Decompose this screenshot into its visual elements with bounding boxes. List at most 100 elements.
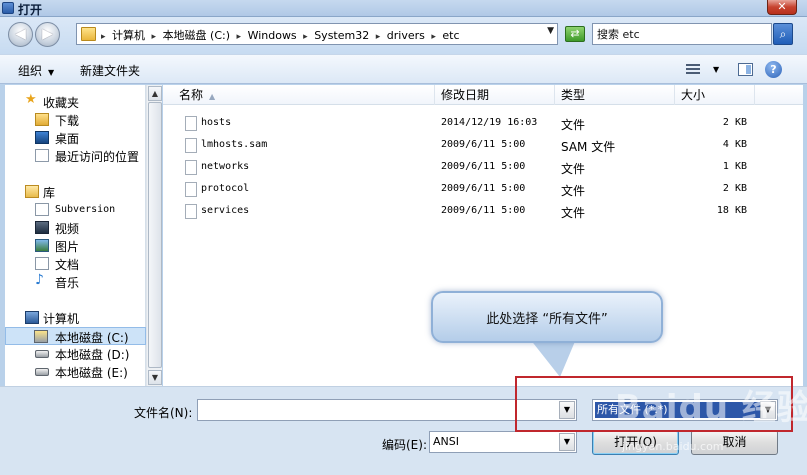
close-button[interactable]: ✕: [767, 0, 797, 15]
folder-icon: [81, 27, 96, 41]
file-type: SAM 文件: [561, 140, 616, 154]
crumb-computer[interactable]: 计算机: [112, 29, 145, 42]
callout-tail: [530, 339, 576, 377]
organize-menu[interactable]: 组织 ▼: [18, 62, 54, 79]
file-icon: [185, 160, 197, 175]
chevron-right-icon[interactable]: ▸: [376, 32, 381, 42]
file-size: 2 KB: [722, 183, 747, 194]
preview-pane-icon[interactable]: [738, 63, 753, 76]
callout-bubble: 此处选择 “所有文件”: [431, 291, 663, 343]
refresh-icon[interactable]: ⇄: [565, 26, 585, 42]
file-row[interactable]: hosts 2014/12/19 16:03 文件 2 KB: [163, 113, 803, 135]
file-size: 2 KB: [722, 117, 747, 128]
column-name[interactable]: 名称 ▲: [173, 85, 435, 105]
nav-drive-c[interactable]: 本地磁盘 (C:): [5, 327, 146, 345]
chevron-down-icon[interactable]: ▼: [559, 433, 575, 451]
nav-favorites[interactable]: ★ 收藏夹: [5, 92, 146, 111]
file-icon: [185, 204, 197, 219]
nav-documents[interactable]: 文档: [5, 255, 146, 273]
file-row[interactable]: networks 2009/6/11 5:00 文件 1 KB: [163, 157, 803, 179]
file-icon: [185, 182, 197, 197]
chevron-down-icon[interactable]: ▼: [713, 65, 719, 74]
chevron-right-icon[interactable]: ▸: [237, 32, 242, 42]
nav-downloads[interactable]: 下载: [5, 111, 146, 129]
chevron-right-icon[interactable]: ▸: [303, 32, 308, 42]
nav-label: 视频: [55, 222, 80, 236]
file-name: hosts: [201, 117, 232, 128]
scroll-up-icon[interactable]: ▲: [148, 86, 162, 101]
file-row[interactable]: protocol 2009/6/11 5:00 文件 2 KB: [163, 179, 803, 201]
file-row[interactable]: lmhosts.sam 2009/6/11 5:00 SAM 文件 4 KB: [163, 135, 803, 157]
file-size: 18 KB: [716, 205, 747, 216]
encoding-label: 编码(E):: [382, 438, 427, 452]
recent-places-icon: [35, 149, 49, 162]
encoding-select[interactable]: ANSI ▼: [429, 431, 577, 453]
window-title: 打开: [18, 3, 43, 17]
nav-drive-e[interactable]: 本地磁盘 (E:): [5, 363, 146, 381]
drive-icon: [35, 368, 49, 376]
nav-recent[interactable]: 最近访问的位置: [5, 147, 146, 165]
nav-label: 本地磁盘 (D:): [55, 348, 130, 362]
file-date: 2014/12/19 16:03: [441, 117, 538, 128]
picture-icon: [35, 239, 49, 252]
library-icon: [25, 185, 39, 198]
file-icon: [185, 116, 197, 131]
nav-pictures[interactable]: 图片: [5, 237, 146, 255]
nav-libraries[interactable]: 库: [5, 183, 146, 201]
nav-videos[interactable]: 视频: [5, 219, 146, 237]
scroll-thumb[interactable]: [148, 102, 162, 368]
file-type: 文件: [561, 162, 586, 176]
crumb-drivers[interactable]: drivers: [387, 29, 425, 42]
crumb-drive-c[interactable]: 本地磁盘 (C:): [163, 29, 230, 42]
nav-desktop[interactable]: 桌面: [5, 129, 146, 147]
chevron-right-icon[interactable]: ▸: [101, 32, 106, 42]
document-icon: [35, 203, 49, 216]
chevron-right-icon[interactable]: ▸: [431, 32, 436, 42]
file-name: lmhosts.sam: [201, 139, 268, 150]
watermark-logo: Baidu 经验: [615, 388, 807, 428]
file-date: 2009/6/11 5:00: [441, 205, 526, 216]
nav-computer[interactable]: 计算机: [5, 309, 146, 327]
nav-drive-d[interactable]: 本地磁盘 (D:): [5, 345, 146, 363]
chevron-right-icon[interactable]: ▸: [152, 32, 157, 42]
column-type[interactable]: 类型: [555, 85, 675, 105]
star-icon: ★: [25, 92, 37, 107]
forward-button[interactable]: ▶: [35, 22, 60, 47]
search-icon[interactable]: ⌕: [773, 23, 793, 45]
nav-label: 收藏夹: [43, 96, 80, 110]
search-box[interactable]: [592, 23, 772, 45]
scroll-down-icon[interactable]: ▼: [148, 370, 162, 385]
filename-input[interactable]: [201, 401, 556, 419]
view-options-icon[interactable]: [686, 62, 702, 76]
crumb-system32[interactable]: System32: [314, 29, 369, 42]
nav-label: 下载: [55, 114, 80, 128]
help-icon[interactable]: ?: [765, 61, 782, 78]
file-row[interactable]: services 2009/6/11 5:00 文件 18 KB: [163, 201, 803, 223]
system-drive-icon: [34, 330, 48, 343]
nav-subversion[interactable]: Subversion: [5, 201, 146, 219]
chevron-down-icon[interactable]: ▼: [547, 26, 554, 36]
nav-scrollbar[interactable]: ▲ ▼: [146, 85, 162, 386]
file-type: 文件: [561, 118, 586, 132]
crumb-etc[interactable]: etc: [442, 29, 459, 42]
computer-icon: [25, 311, 39, 324]
nav-label: 库: [43, 186, 56, 200]
column-size[interactable]: 大小: [675, 85, 755, 105]
column-label: 名称: [179, 88, 204, 102]
search-input[interactable]: [597, 25, 769, 43]
nav-label: 图片: [55, 240, 80, 254]
crumb-windows[interactable]: Windows: [248, 29, 297, 42]
column-date[interactable]: 修改日期: [435, 85, 555, 105]
file-date: 2009/6/11 5:00: [441, 183, 526, 194]
toolbar: 组织 ▼ 新建文件夹 ▼ ?: [0, 54, 807, 84]
back-button[interactable]: ◀: [8, 22, 33, 47]
nav-label: 桌面: [55, 132, 80, 146]
new-folder-button[interactable]: 新建文件夹: [80, 62, 140, 79]
address-bar[interactable]: ▸ 计算机 ▸ 本地磁盘 (C:) ▸ Windows ▸ System32 ▸…: [76, 23, 558, 45]
file-name: services: [201, 205, 250, 216]
title-bar: 打开 ✕: [0, 0, 807, 17]
file-size: 1 KB: [722, 161, 747, 172]
nav-music[interactable]: ♪ 音乐: [5, 272, 146, 291]
nav-label: 文档: [55, 258, 80, 272]
downloads-icon: [35, 113, 49, 126]
